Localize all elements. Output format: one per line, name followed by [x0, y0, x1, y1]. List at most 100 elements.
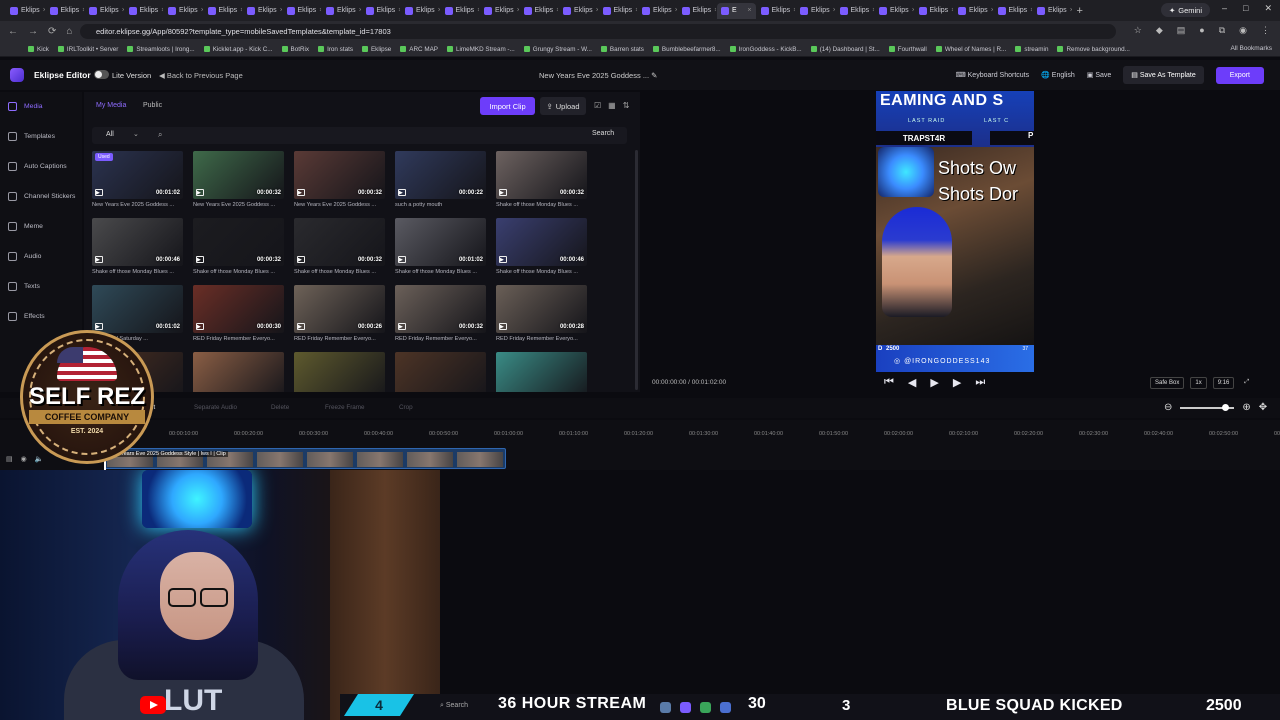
- taskbar-app-icon[interactable]: [720, 702, 731, 713]
- taskbar-app-icon[interactable]: [680, 702, 691, 713]
- chevron-down-icon[interactable]: ⌄: [133, 130, 139, 138]
- clip-thumbnail[interactable]: Used ▶ 00:01:02: [92, 151, 183, 199]
- clip-thumbnail[interactable]: ▶ 00:00:26: [294, 285, 385, 333]
- extension-icon[interactable]: ◆: [1156, 25, 1163, 36]
- close-tab-icon[interactable]: ×: [359, 7, 361, 14]
- close-tab-icon[interactable]: ×: [82, 7, 84, 14]
- bookmark-item[interactable]: Eklipse: [361, 46, 391, 53]
- select-icon[interactable]: ☑: [594, 101, 601, 110]
- tab-public[interactable]: Public: [143, 102, 162, 109]
- media-clip-card[interactable]: ▶ 00:00:32 New Years Eve 2025 Goddess ...: [193, 151, 284, 208]
- media-clip-card[interactable]: [294, 352, 385, 392]
- media-clip-card[interactable]: ▶ 00:00:32 Shake off those Monday Blues ..…: [294, 218, 385, 275]
- media-clip-card[interactable]: ▶ 00:00:32 New Years Eve 2025 Goddess ...: [294, 151, 385, 208]
- keyboard-shortcuts-button[interactable]: ⌨ Keyboard Shortcuts: [956, 71, 1030, 79]
- browser-tab[interactable]: Eklips×: [480, 3, 519, 19]
- clip-thumbnail[interactable]: ▶ 00:00:30: [193, 285, 284, 333]
- track-icon[interactable]: ▤: [6, 455, 13, 463]
- close-tab-icon[interactable]: ×: [556, 7, 558, 14]
- play-icon[interactable]: ▶: [196, 189, 204, 196]
- clip-thumbnail[interactable]: ▶ 00:00:32: [193, 151, 284, 199]
- zoom-out-icon[interactable]: ⊖: [1164, 402, 1172, 413]
- browser-tab[interactable]: Eklips×: [994, 3, 1032, 19]
- play-icon[interactable]: ▶: [95, 189, 103, 196]
- separate-audio-button[interactable]: Separate Audio: [194, 404, 237, 411]
- browser-tab[interactable]: Eklips×: [322, 3, 361, 19]
- back-to-previous-page-link[interactable]: ◀ Back to Previous Page: [159, 71, 243, 80]
- bookmark-item[interactable]: Kicklet.app - Kick C...: [203, 46, 273, 53]
- speed-selector[interactable]: 1x: [1190, 377, 1207, 389]
- close-tab-icon[interactable]: ×: [517, 7, 519, 14]
- browser-tab[interactable]: Eklips×: [283, 3, 321, 19]
- filter-dropdown[interactable]: All: [106, 131, 114, 138]
- close-tab-icon[interactable]: ×: [635, 7, 637, 14]
- extension-icon[interactable]: ●: [1199, 25, 1204, 36]
- star-icon[interactable]: ☆: [1134, 25, 1142, 36]
- media-clip-card[interactable]: ▶ 00:00:26 RED Friday Remember Everyo...: [294, 285, 385, 342]
- close-tab-icon[interactable]: ×: [319, 7, 321, 14]
- play-icon[interactable]: ▶: [398, 323, 406, 330]
- play-icon[interactable]: ▶: [297, 323, 305, 330]
- media-clip-card[interactable]: ▶ 00:00:28 RED Friday Remember Everyo...: [496, 285, 587, 342]
- clip-thumbnail[interactable]: ▶ 00:00:46: [92, 218, 183, 266]
- save-as-template-button[interactable]: ▤ Save As Template: [1123, 66, 1204, 84]
- browser-tab[interactable]: Eklips×: [954, 3, 993, 19]
- bookmark-item[interactable]: Barren stats: [600, 46, 644, 53]
- upload-button[interactable]: ⇪ Upload: [540, 97, 586, 115]
- fit-icon[interactable]: ✥: [1259, 402, 1267, 413]
- play-icon[interactable]: ▶: [398, 189, 406, 196]
- fullscreen-icon[interactable]: ⤢: [1240, 377, 1253, 389]
- zoom-knob[interactable]: [1222, 403, 1230, 411]
- browser-tab[interactable]: E ×: [717, 2, 756, 19]
- step-forward-icon[interactable]: ▶: [953, 376, 961, 389]
- visibility-eye-icon[interactable]: ◉: [21, 455, 27, 463]
- play-icon[interactable]: ▶: [297, 256, 305, 263]
- media-clip-card[interactable]: [395, 352, 486, 392]
- clip-thumbnail[interactable]: [496, 352, 587, 392]
- close-tab-icon[interactable]: ×: [951, 7, 953, 14]
- browser-tab[interactable]: Eklips×: [520, 3, 558, 19]
- close-tab-icon[interactable]: ×: [477, 7, 479, 14]
- lite-version-toggle[interactable]: [94, 70, 109, 79]
- delete-button[interactable]: Delete: [271, 404, 289, 411]
- bookmark-item[interactable]: IRLToolkit • Server: [57, 46, 118, 53]
- close-tab-icon[interactable]: ×: [161, 7, 163, 14]
- play-icon[interactable]: ▶: [95, 256, 103, 263]
- freeze-frame-button[interactable]: Freeze Frame: [325, 404, 365, 411]
- extension-icon[interactable]: ▤: [1177, 25, 1186, 36]
- close-tab-icon[interactable]: ×: [122, 7, 124, 14]
- close-tab-icon[interactable]: ×: [398, 7, 400, 14]
- browser-tab[interactable]: Eklips×: [678, 3, 716, 19]
- close-tab-icon[interactable]: ×: [714, 7, 716, 14]
- browser-tab[interactable]: Eklips×: [6, 3, 45, 19]
- media-clip-card[interactable]: ▶ 00:01:02 Shake off those Monday Blues ..…: [395, 218, 486, 275]
- clip-thumbnail[interactable]: ▶ 00:00:32: [193, 218, 284, 266]
- sidebar-item-channel-stickers[interactable]: Channel Stickers: [8, 189, 75, 203]
- timeline-clip[interactable]: w Years Eve 2025 Goddess Style | lws I |…: [104, 448, 506, 469]
- clip-thumbnail[interactable]: [193, 352, 284, 392]
- close-tab-icon[interactable]: ×: [912, 7, 914, 14]
- close-tab-icon[interactable]: ×: [280, 7, 282, 14]
- export-button[interactable]: Export: [1215, 66, 1264, 84]
- browser-tab[interactable]: Eklips×: [362, 3, 400, 19]
- play-icon[interactable]: ▶: [499, 256, 507, 263]
- back-icon[interactable]: ←: [8, 26, 18, 37]
- close-tab-icon[interactable]: ×: [438, 7, 440, 14]
- close-tab-icon[interactable]: ×: [991, 7, 993, 14]
- sort-icon[interactable]: ⇅: [623, 101, 630, 110]
- media-clip-card[interactable]: [496, 352, 587, 392]
- bookmark-item[interactable]: ARC MAP: [400, 46, 438, 53]
- clip-thumbnail[interactable]: ▶ 00:00:22: [395, 151, 486, 199]
- clip-thumbnail[interactable]: ▶ 00:01:02: [92, 285, 183, 333]
- video-preview[interactable]: EAMING AND S LAST RAID LAST C TRAPST4R P…: [876, 91, 1034, 372]
- ratio-selector[interactable]: 9:16: [1212, 377, 1235, 389]
- play-icon[interactable]: ▶: [297, 189, 305, 196]
- media-clip-card[interactable]: Used ▶ 00:01:02 New Years Eve 2025 Goddess …: [92, 151, 183, 208]
- play-icon[interactable]: ▶: [196, 256, 204, 263]
- browser-tab[interactable]: Eklips×: [559, 3, 598, 19]
- step-back-icon[interactable]: ◀: [908, 376, 916, 389]
- play-icon[interactable]: ▶: [499, 323, 507, 330]
- browser-tab[interactable]: Eklips×: [164, 3, 203, 19]
- close-tab-icon[interactable]: ×: [240, 7, 242, 14]
- save-button[interactable]: ▣ Save: [1087, 71, 1112, 79]
